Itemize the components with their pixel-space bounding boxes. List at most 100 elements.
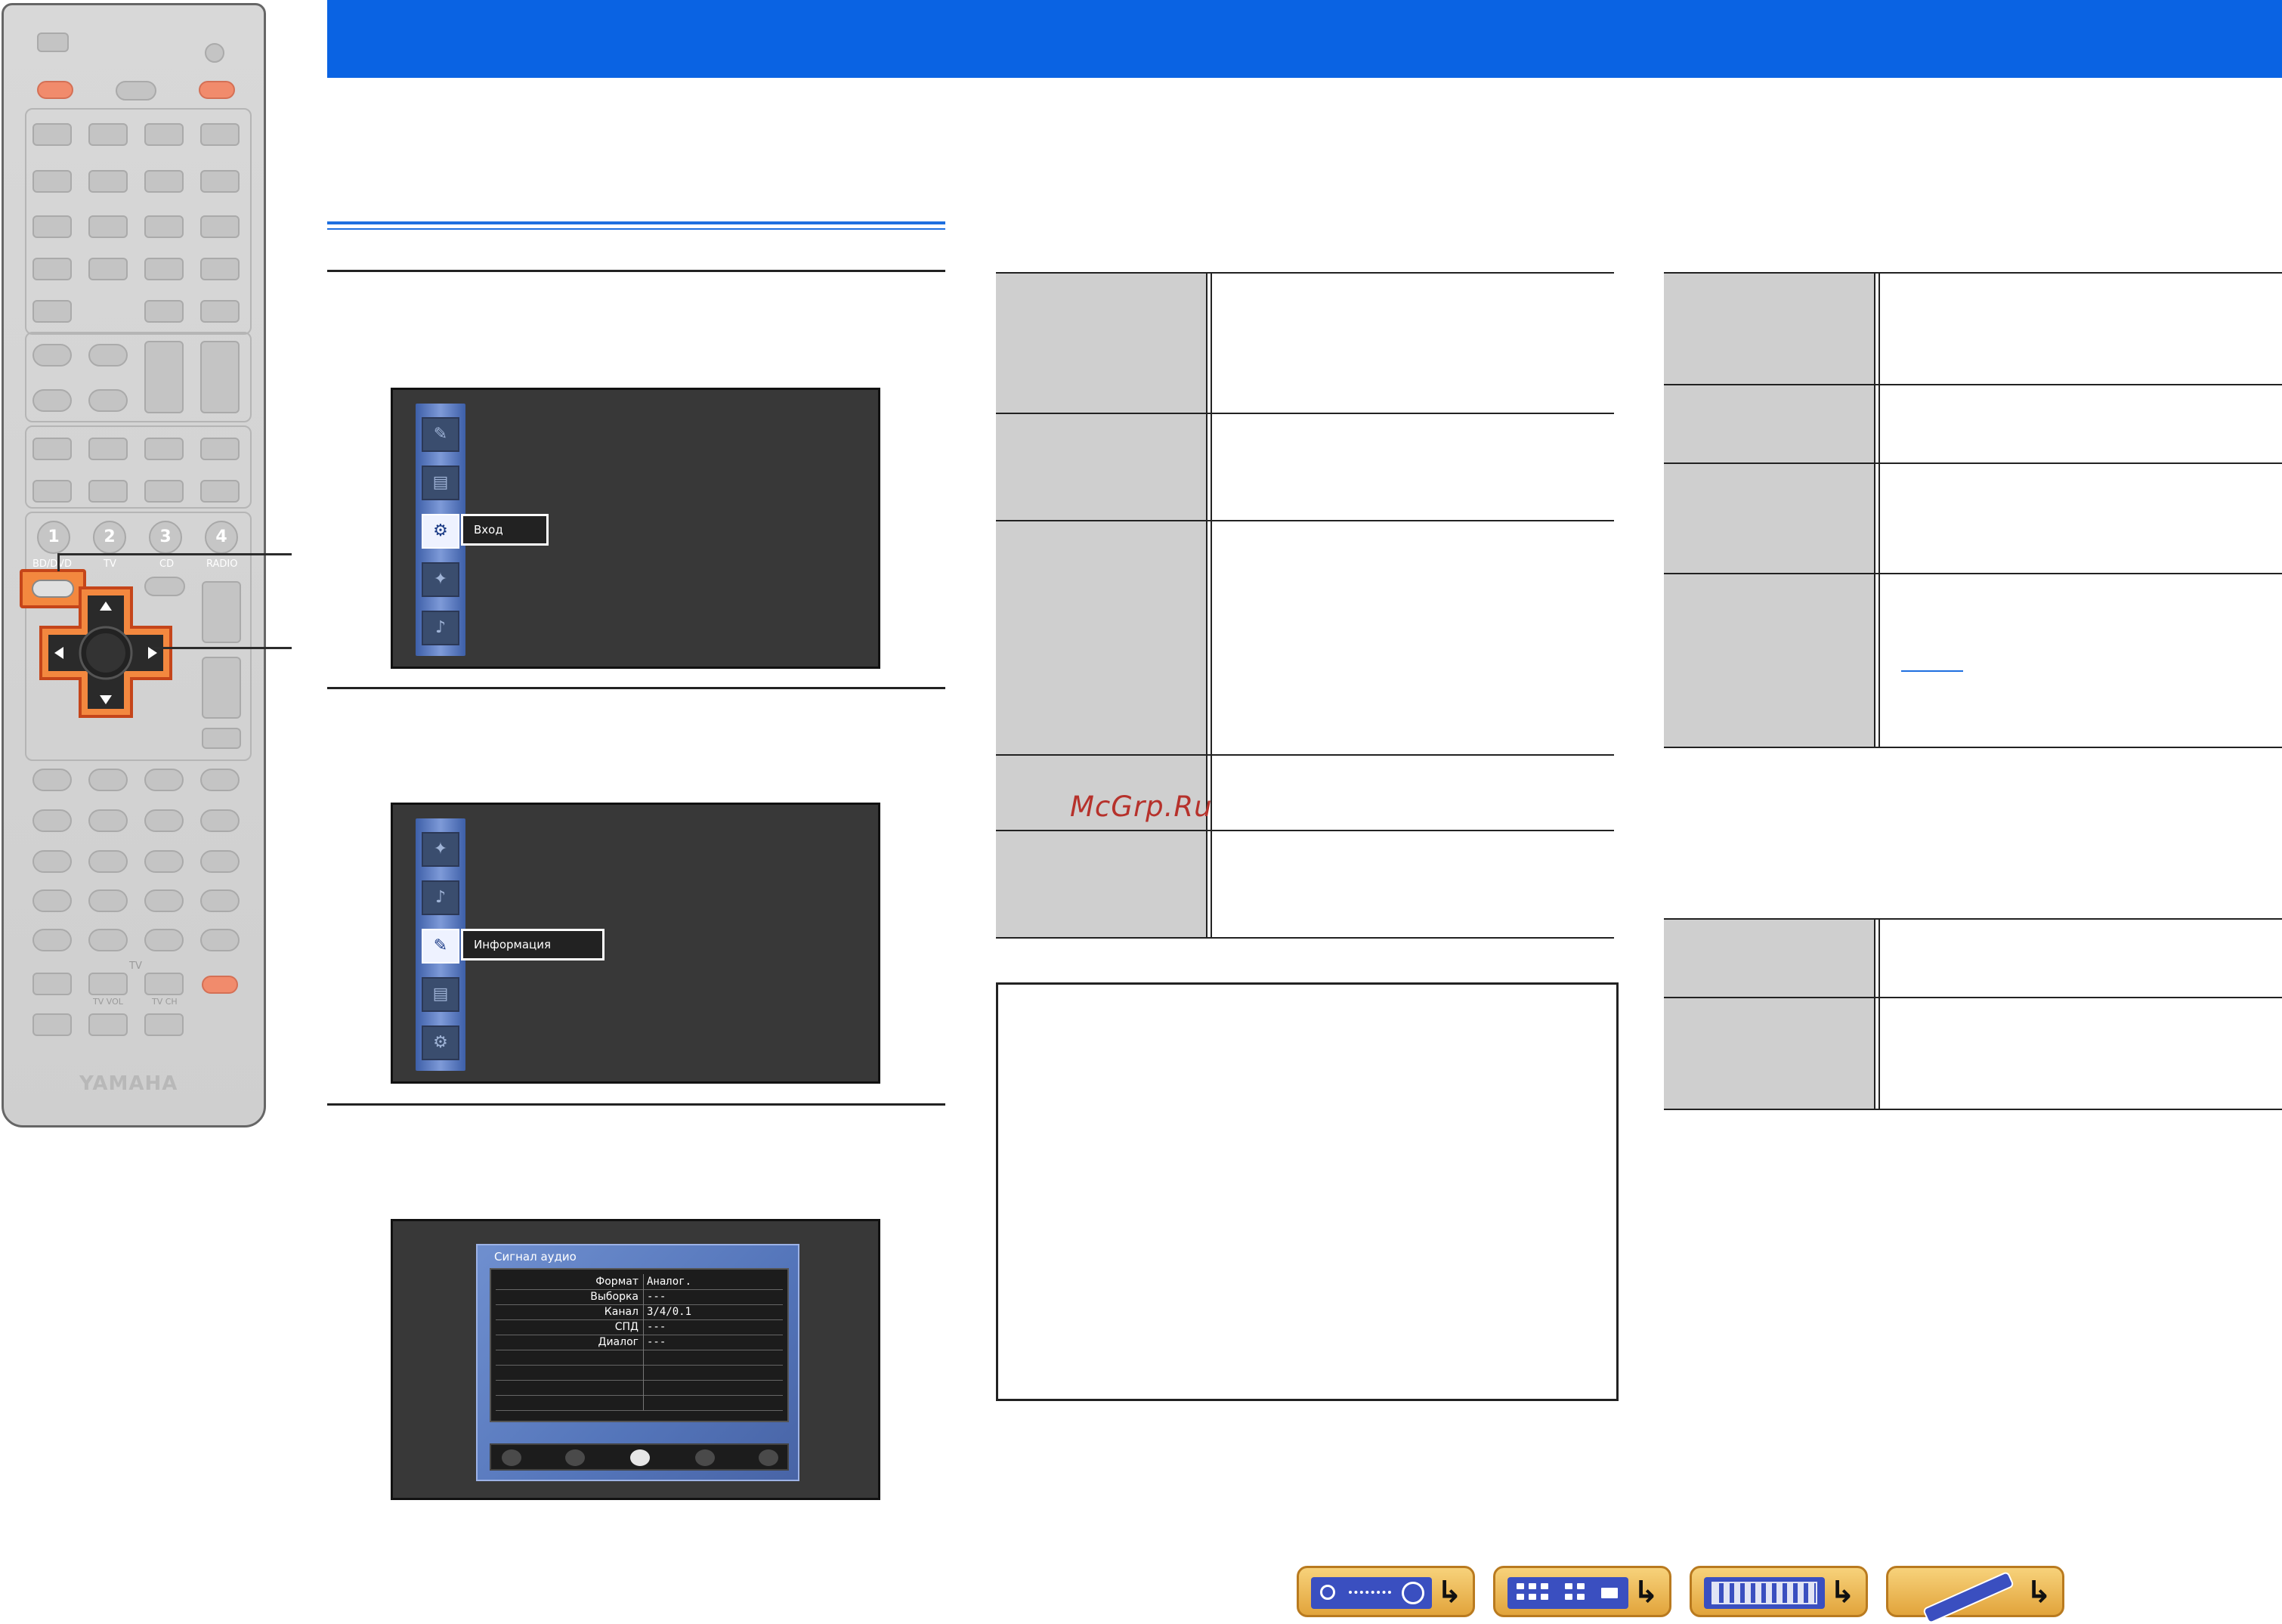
settings-menu-icon: ▤ <box>422 466 459 500</box>
remote-key <box>32 389 72 412</box>
remote-center-button <box>116 81 156 101</box>
remote-key <box>88 438 128 460</box>
step-3-rule <box>327 1103 945 1106</box>
skip-forward-key <box>200 809 240 832</box>
remote-key <box>32 170 72 193</box>
callout-line-cursor <box>151 647 292 649</box>
remote-key <box>200 170 240 193</box>
remote-control-illustration: 1 2 3 4 BD/DVD TV CD RADIO TV TV VOL TV … <box>0 3 292 1131</box>
table-row-empty <box>496 1365 783 1381</box>
tv-input-key <box>32 973 72 995</box>
remote-body: 1 2 3 4 BD/DVD TV CD RADIO TV TV VOL TV … <box>2 3 266 1128</box>
remote-key <box>32 889 72 912</box>
tv-group-label: TV <box>129 960 142 972</box>
remote-key <box>88 170 128 193</box>
osd-menu-column: ✎ ▤ ⚙ ✦ ♪ <box>416 404 465 656</box>
source-label-bd-dvd: BD/DVD <box>32 558 72 570</box>
note-box <box>996 982 1619 1401</box>
info-menu-icon: ✎ <box>422 417 459 452</box>
number-key-3: 3 <box>149 521 182 554</box>
remote-key <box>88 344 128 367</box>
table-row <box>1664 920 2282 998</box>
osd-menu-column: ✦ ♪ ✎ ▤ ⚙ <box>416 818 465 1071</box>
arrow-icon: ↳ <box>1436 1575 1462 1610</box>
settings-menu-icon: ▤ <box>422 977 459 1012</box>
rear-panel-nav-button[interactable]: ↳ <box>1493 1566 1671 1617</box>
category-icon <box>565 1449 585 1466</box>
remote-key <box>144 123 184 146</box>
remote-brand-logo: YAMAHA <box>79 1072 178 1095</box>
pause-key <box>144 769 184 791</box>
arrow-icon: ↳ <box>2026 1575 2052 1610</box>
remote-key <box>32 438 72 460</box>
parameter-table-right-bottom <box>1664 918 2282 1110</box>
category-icon <box>695 1449 715 1466</box>
audio-signal-title: Сигнал аудио <box>494 1250 577 1264</box>
remote-key <box>88 215 128 238</box>
tv-vol-up-key <box>88 973 128 995</box>
audio-category-icon <box>630 1449 650 1466</box>
table-row-empty <box>496 1395 783 1411</box>
remote-key <box>200 850 240 873</box>
remote-key <box>144 850 184 873</box>
tv-vol-label: TV VOL <box>93 997 123 1007</box>
step-2-rule <box>327 687 945 689</box>
table-row-empty <box>496 1350 783 1366</box>
tv-ch-label: TV CH <box>152 997 178 1007</box>
table-row <box>1664 464 2282 574</box>
scene-menu-icon: ✦ <box>422 562 459 597</box>
arrow-icon: ↳ <box>1829 1575 1855 1610</box>
remote-key <box>88 258 128 280</box>
rear-panel-icon <box>1507 1577 1628 1609</box>
category-icon <box>502 1449 521 1466</box>
tv-power-key <box>202 976 238 994</box>
remote-key <box>200 300 240 323</box>
remote-key <box>32 300 72 323</box>
table-row: Выборка --- <box>496 1289 783 1305</box>
remote-key <box>200 215 240 238</box>
scene-menu-icon: ✦ <box>422 832 459 867</box>
remote-key <box>144 258 184 280</box>
selected-menu-label: Вход <box>461 514 549 546</box>
remote-indicator <box>205 43 224 63</box>
tv-ch-up-key <box>144 973 184 995</box>
table-row <box>996 831 1614 939</box>
remote-key <box>88 929 128 951</box>
remote-key <box>200 258 240 280</box>
table-row-empty <box>496 1380 783 1396</box>
front-panel-nav-button[interactable]: ↳ <box>1297 1566 1475 1617</box>
remote-key <box>202 728 241 749</box>
power-button-left <box>37 81 73 99</box>
table-row: Диалог --- <box>496 1335 783 1350</box>
source-label-tv: TV <box>104 558 116 570</box>
table-row <box>1664 274 2282 385</box>
remote-control-nav-button[interactable]: ↳ <box>1886 1566 2064 1624</box>
information-menu-icon: ✎ <box>422 929 459 964</box>
remote-switch <box>37 32 69 52</box>
category-icon <box>759 1449 778 1466</box>
input-menu-icon: ⚙ <box>422 514 459 549</box>
remote-key <box>88 889 128 912</box>
remote-key <box>144 170 184 193</box>
audio-signal-panel: Сигнал аудио Формат Аналог. Выборка --- Ка… <box>476 1244 799 1481</box>
selected-menu-label: Информация <box>461 929 605 960</box>
tv-ch-down-key <box>144 1013 184 1036</box>
remote-key <box>144 300 184 323</box>
connections-icon <box>1704 1577 1825 1609</box>
tv-mute-key <box>32 1013 72 1036</box>
remote-key <box>32 215 72 238</box>
source-label-radio: RADIO <box>206 558 238 570</box>
parameter-table-right-top <box>1664 272 2282 748</box>
remote-key <box>32 123 72 146</box>
skip-back-key <box>144 809 184 832</box>
cursor-pad-highlight <box>39 586 172 718</box>
play-key <box>200 769 240 791</box>
table-row: СПД --- <box>496 1319 783 1335</box>
remote-key <box>200 438 240 460</box>
remote-key <box>200 929 240 951</box>
page-reference-link[interactable] <box>1901 670 1963 672</box>
table-row: Канал 3/4/0.1 <box>496 1304 783 1320</box>
remote-rocker <box>144 341 184 413</box>
fast-forward-key <box>88 809 128 832</box>
connections-nav-button[interactable]: ↳ <box>1690 1566 1868 1617</box>
